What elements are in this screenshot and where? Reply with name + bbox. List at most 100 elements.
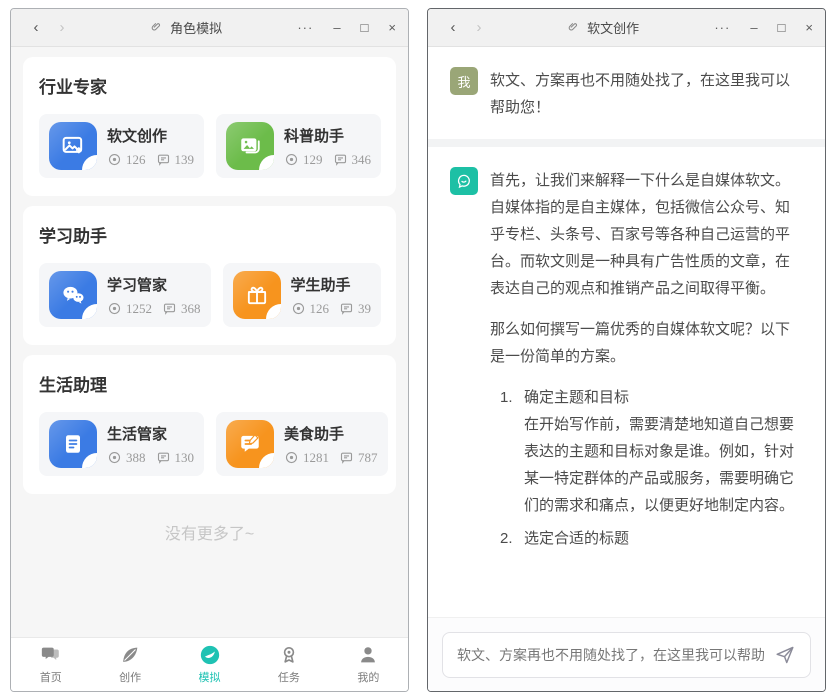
tab-label: 创作 (119, 669, 141, 685)
section-title: 行业专家 (39, 73, 380, 98)
section-title: 学习助手 (39, 222, 380, 247)
tab-home[interactable]: 首页 (11, 638, 90, 691)
comments-count: 368 (181, 301, 201, 317)
chat-input-bar (428, 617, 825, 691)
paperclip-icon (567, 21, 581, 35)
feather-icon (119, 644, 141, 666)
eye-icon (284, 450, 299, 465)
eye-icon (107, 152, 122, 167)
maximize-icon[interactable]: □ (778, 20, 786, 35)
role-sections: 行业专家 软文创作 126 139 (11, 47, 408, 637)
page-title: 角色模拟 (170, 18, 222, 37)
role-card-life-manager[interactable]: 生活管家 388 130 (39, 412, 204, 476)
views-count: 129 (303, 152, 323, 168)
gallery-icon (226, 122, 274, 170)
tab-create[interactable]: 创作 (90, 638, 169, 691)
views-count: 126 (126, 152, 146, 168)
desktop: ‹ › 角色模拟 ··· – □ × 行业专家 (0, 0, 837, 699)
views-count: 1252 (126, 301, 152, 317)
role-card-science-helper[interactable]: 科普助手 129 346 (216, 114, 381, 178)
minimize-icon[interactable]: – (333, 20, 340, 35)
list-item-title: 选定合适的标题 (524, 530, 629, 547)
section-life-assistant: 生活助理 生活管家 388 130 (23, 355, 396, 494)
minimize-icon[interactable]: – (750, 20, 757, 35)
forward-arrow-icon[interactable]: › (466, 19, 492, 36)
comment-icon (339, 450, 354, 465)
eye-icon (291, 301, 306, 316)
close-icon[interactable]: × (805, 20, 813, 35)
paper-plane-icon (774, 644, 796, 666)
role-stats: 126 39 (291, 301, 372, 317)
role-stats: 1281 787 (284, 450, 378, 466)
window-role-simulation: ‹ › 角色模拟 ··· – □ × 行业专家 (10, 8, 409, 692)
section-title: 生活助理 (39, 371, 380, 396)
role-name: 学习管家 (107, 274, 201, 295)
document-icon (49, 420, 97, 468)
chat-bubbles-icon (49, 271, 97, 319)
tab-label: 模拟 (199, 669, 221, 685)
chat-body: 我 软文、方案再也不用随处找了，在这里我可以帮助您！ 首先，让我们来解释一下什么… (428, 47, 825, 691)
tab-label: 任务 (278, 669, 300, 685)
maximize-icon[interactable]: □ (361, 20, 369, 35)
bottom-tabbar: 首页 创作 模拟 任务 我的 (11, 637, 408, 691)
simulate-icon (199, 644, 221, 666)
section-industry-experts: 行业专家 软文创作 126 139 (23, 57, 396, 196)
comments-count: 787 (358, 450, 378, 466)
views-count: 388 (126, 450, 146, 466)
role-name: 生活管家 (107, 423, 194, 444)
window-title-area: 角色模拟 (75, 18, 297, 37)
role-card-learning-manager[interactable]: 学习管家 1252 368 (39, 263, 211, 327)
window-title-area: 软文创作 (492, 18, 714, 37)
role-stats: 126 139 (107, 152, 194, 168)
tab-tasks[interactable]: 任务 (249, 638, 328, 691)
role-name: 软文创作 (107, 125, 194, 146)
role-list-body: 行业专家 软文创作 126 139 (11, 47, 408, 691)
role-card-student-helper[interactable]: 学生助手 126 39 (223, 263, 382, 327)
list-item-body: 在开始写作前，需要清楚地知道自己想要表达的主题和目标对象是谁。例如，针对某一特定… (524, 416, 794, 514)
message-divider (428, 139, 825, 147)
comment-icon (162, 301, 177, 316)
back-arrow-icon[interactable]: ‹ (440, 19, 466, 36)
comment-icon (339, 301, 354, 316)
paperclip-icon (150, 21, 164, 35)
list-item-title: 确定主题和目标 (524, 389, 629, 406)
role-card-food-helper[interactable]: 美食助手 1281 787 (216, 412, 388, 476)
role-stats: 129 346 (284, 152, 371, 168)
comments-count: 130 (175, 450, 195, 466)
gift-icon (233, 271, 281, 319)
role-name: 美食助手 (284, 423, 378, 444)
page-title: 软文创作 (587, 18, 639, 37)
assistant-message-text: 首先，让我们来解释一下什么是自媒体软文。自媒体指的是自主媒体，包括微信公众号、知… (490, 167, 803, 558)
forward-arrow-icon[interactable]: › (49, 19, 75, 36)
assistant-numbered-list: 1. 确定主题和目标 在开始写作前，需要清楚地知道自己想要表达的主题和目标对象是… (490, 384, 803, 552)
list-item: 2. 选定合适的标题 (500, 525, 803, 552)
send-button[interactable] (774, 644, 796, 666)
assistant-paragraph: 首先，让我们来解释一下什么是自媒体软文。自媒体指的是自主媒体，包括微信公众号、知… (490, 167, 803, 302)
views-count: 1281 (303, 450, 329, 466)
comment-icon (156, 152, 171, 167)
comments-count: 139 (175, 152, 195, 168)
role-name: 学生助手 (291, 274, 372, 295)
more-icon[interactable]: ··· (714, 20, 730, 35)
chat-scroll-area[interactable]: 我 软文、方案再也不用随处找了，在这里我可以帮助您！ 首先，让我们来解释一下什么… (428, 47, 825, 617)
role-name: 科普助手 (284, 125, 371, 146)
eye-icon (107, 301, 122, 316)
titlebar: ‹ › 角色模拟 ··· – □ × (11, 9, 408, 47)
assistant-message: 首先，让我们来解释一下什么是自媒体软文。自媒体指的是自主媒体，包括微信公众号、知… (428, 147, 825, 576)
tab-simulate[interactable]: 模拟 (170, 638, 249, 691)
close-icon[interactable]: × (388, 20, 396, 35)
comment-icon (156, 450, 171, 465)
photo-upload-icon (49, 122, 97, 170)
eye-icon (284, 152, 299, 167)
chat-input[interactable] (457, 647, 764, 663)
chat-input-box (442, 632, 811, 678)
role-card-soft-article[interactable]: 软文创作 126 139 (39, 114, 204, 178)
messages-icon (40, 644, 62, 666)
tab-mine[interactable]: 我的 (329, 638, 408, 691)
back-arrow-icon[interactable]: ‹ (23, 19, 49, 36)
more-icon[interactable]: ··· (297, 20, 313, 35)
comment-icon (333, 152, 348, 167)
profile-icon (357, 644, 379, 666)
tab-label: 首页 (40, 669, 62, 685)
window-controls: ··· – □ × (714, 20, 813, 35)
